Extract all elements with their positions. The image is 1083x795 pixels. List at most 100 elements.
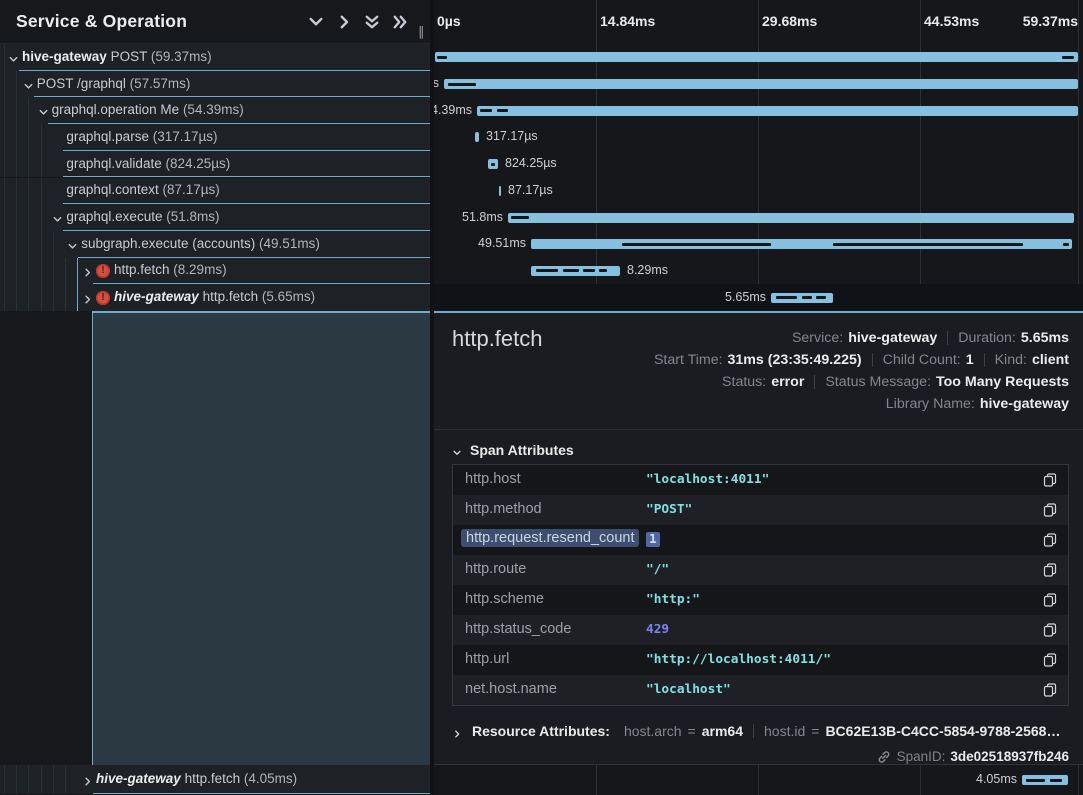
- operation-name: http.fetch: [185, 771, 244, 786]
- indent-guide: [4, 71, 5, 98]
- attribute-key: http.url: [465, 651, 509, 667]
- child-span-marker: [802, 296, 812, 299]
- span-label: graphql.context (87.17µs): [66, 182, 219, 197]
- indent-guide: [41, 178, 42, 205]
- copy-icon[interactable]: [1042, 472, 1058, 488]
- span-tree-row[interactable]: graphql.operation Me (54.39ms): [0, 97, 430, 124]
- span-tree-row[interactable]: !hive-gateway http.fetch (5.65ms): [0, 284, 430, 311]
- service-name: hive-gateway: [96, 771, 181, 786]
- child-span-marker: [563, 269, 579, 272]
- panel-resize-handle[interactable]: ∥: [418, 24, 426, 40]
- attribute-key: http.status_code: [465, 621, 571, 637]
- indent-guide: [41, 124, 42, 151]
- span-bar[interactable]: [508, 213, 1074, 223]
- indent-guide: [16, 258, 17, 285]
- detail-separator: [434, 429, 1083, 430]
- copy-icon[interactable]: [1042, 562, 1058, 578]
- copy-icon[interactable]: [1042, 682, 1058, 698]
- span-id-row: SpanID: 3de02518937fb246: [877, 749, 1069, 764]
- link-icon[interactable]: [877, 750, 891, 764]
- resource-attributes-title: Resource Attributes:: [472, 723, 610, 739]
- chevron-right-icon: [452, 726, 462, 736]
- attribute-row[interactable]: http.host"localhost:4011": [453, 465, 1068, 495]
- span-attributes-table: http.host"localhost:4011"http.method"POS…: [452, 464, 1069, 706]
- span-tree-row[interactable]: graphql.parse (317.17µs): [0, 124, 430, 151]
- attribute-row[interactable]: http.scheme"http:": [453, 585, 1068, 615]
- span-tree-row[interactable]: POST /graphql (57.57ms): [0, 71, 430, 98]
- indent-guide: [4, 765, 5, 794]
- chevron-right-icon[interactable]: [82, 292, 93, 303]
- double-chevron-down-icon[interactable]: [362, 13, 382, 31]
- chevron-right-icon[interactable]: [82, 774, 93, 785]
- timeline-row: 8.29ms: [434, 258, 1083, 285]
- chevron-down-icon: [452, 445, 462, 455]
- operation-name: graphql.validate: [66, 156, 165, 171]
- span-tree-row[interactable]: graphql.context (87.17µs): [0, 178, 430, 205]
- chevron-down-icon[interactable]: [8, 52, 19, 63]
- copy-icon[interactable]: [1042, 652, 1058, 668]
- span-duration: (57.57ms): [130, 76, 191, 91]
- chevron-down-icon[interactable]: [38, 105, 49, 116]
- span-bar[interactable]: [435, 52, 1078, 62]
- attribute-row[interactable]: http.status_code429: [453, 615, 1068, 645]
- indent-guide: [28, 258, 29, 285]
- chevron-down-icon[interactable]: [67, 239, 78, 250]
- span-tree-row[interactable]: subgraph.execute (accounts) (49.51ms): [0, 231, 430, 258]
- copy-icon[interactable]: [1042, 592, 1058, 608]
- meta-label: Status:: [722, 374, 766, 390]
- indent-guide: [53, 258, 54, 285]
- attribute-value: "localhost:4011": [646, 472, 769, 487]
- meta-label: Start Time:: [654, 352, 723, 368]
- copy-icon[interactable]: [1042, 622, 1058, 638]
- span-bar[interactable]: [444, 79, 1078, 89]
- indent-guide: [41, 765, 42, 794]
- span-bar[interactable]: [499, 186, 501, 196]
- copy-icon[interactable]: [1042, 502, 1058, 518]
- span-attributes-section-header[interactable]: Span Attributes: [452, 442, 574, 458]
- span-tree-row[interactable]: hive-gateway http.fetch (4.05ms): [0, 765, 430, 794]
- chevron-down-icon[interactable]: [23, 79, 34, 90]
- span-label: hive-gateway http.fetch (4.05ms): [96, 771, 297, 786]
- double-chevron-right-icon[interactable]: [390, 13, 410, 31]
- span-duration-label: 5.65ms: [725, 290, 766, 304]
- copy-icon[interactable]: [1042, 532, 1058, 548]
- attribute-row[interactable]: http.method"POST": [453, 495, 1068, 525]
- attribute-row[interactable]: http.request.resend_count1: [453, 525, 1068, 555]
- resource-value: BC62E13B-C4CC-5854-9788-2568…: [825, 723, 1060, 739]
- span-meta-line: Library Name:hive-gateway: [886, 394, 1069, 414]
- resource-key: host.arch: [624, 723, 682, 739]
- indent-guide: [28, 765, 29, 794]
- resource-attributes-row[interactable]: Resource Attributes: host.arch=arm64host…: [452, 717, 1060, 745]
- chevron-down-icon[interactable]: [306, 13, 326, 31]
- chevron-right-icon[interactable]: [334, 13, 354, 31]
- attribute-row[interactable]: http.route"/": [453, 555, 1068, 585]
- span-duration: (317.17µs): [153, 129, 218, 144]
- chevron-down-icon[interactable]: [52, 212, 63, 223]
- attribute-key: net.host.name: [465, 681, 557, 697]
- span-tree-row[interactable]: graphql.validate (824.25µs): [0, 151, 430, 178]
- span-label: graphql.parse (317.17µs): [66, 129, 217, 144]
- span-tree-row[interactable]: hive-gateway POST (59.37ms): [0, 44, 430, 71]
- indent-guide: [4, 97, 5, 124]
- timeline-row: 54.39ms: [434, 97, 1083, 124]
- span-bar[interactable]: [477, 106, 1078, 116]
- attribute-value: "http://localhost:4011/": [646, 652, 831, 667]
- span-tree-row[interactable]: graphql.execute (51.8ms): [0, 204, 430, 231]
- timeline-row: 49.51ms: [434, 231, 1083, 258]
- selected-span-expanded-area: [92, 311, 430, 765]
- indent-guide: [4, 178, 5, 205]
- span-duration: (5.65ms): [262, 289, 315, 304]
- operation-name: POST /graphql: [37, 76, 130, 91]
- child-span-marker: [599, 269, 607, 272]
- span-tree-row[interactable]: !http.fetch (8.29ms): [0, 258, 430, 285]
- attribute-row[interactable]: net.host.name"localhost": [453, 675, 1068, 705]
- child-span-marker: [833, 243, 1023, 246]
- attribute-row[interactable]: http.url "http://localhost:4011/": [453, 645, 1068, 675]
- indent-guide: [28, 231, 29, 258]
- span-duration-label: 317.17µs: [486, 129, 538, 143]
- child-span-marker: [536, 269, 558, 272]
- chevron-right-icon[interactable]: [82, 265, 93, 276]
- indent-guide: [41, 151, 42, 178]
- attribute-value: "POST": [646, 502, 692, 517]
- span-bar[interactable]: [475, 132, 479, 142]
